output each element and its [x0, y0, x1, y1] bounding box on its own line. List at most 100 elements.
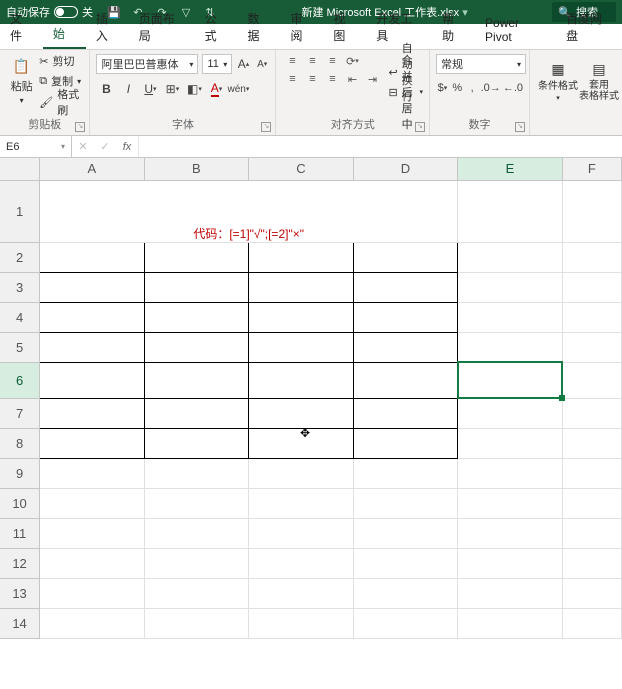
dialog-launcher-icon[interactable]: ↘	[515, 122, 525, 132]
percent-button[interactable]: %	[451, 78, 464, 98]
col-header-F[interactable]: F	[562, 158, 621, 180]
cell-E2[interactable]	[458, 242, 563, 272]
cell-B10[interactable]	[144, 488, 249, 518]
cell-C3[interactable]	[249, 272, 354, 302]
cell-E3[interactable]	[458, 272, 563, 302]
cell-B3[interactable]	[144, 272, 249, 302]
select-all-corner[interactable]	[0, 158, 40, 180]
decrease-decimal-button[interactable]: ←.0	[503, 78, 523, 98]
cell-F9[interactable]	[562, 458, 621, 488]
dialog-launcher-icon[interactable]: ↘	[261, 122, 271, 132]
cell-F7[interactable]	[562, 398, 621, 428]
font-size-combo[interactable]: 11▾	[202, 54, 232, 74]
cell-A13[interactable]	[40, 578, 145, 608]
cell-E4[interactable]	[458, 302, 563, 332]
formula-input[interactable]	[139, 136, 622, 157]
cell-F5[interactable]	[562, 332, 621, 362]
cell-F2[interactable]	[562, 242, 621, 272]
table-format-button[interactable]: ▤ 套用 表格样式	[582, 52, 616, 110]
phonetic-button[interactable]: wén▾	[228, 79, 248, 99]
increase-font-button[interactable]: A▴	[236, 56, 251, 72]
cell-A8[interactable]	[40, 428, 145, 458]
cell-D2[interactable]	[353, 242, 458, 272]
cell-C7[interactable]	[249, 398, 354, 428]
bold-button[interactable]: B	[96, 79, 116, 99]
row-header-13[interactable]: 13	[0, 578, 40, 608]
tab-帮助[interactable]: 帮助	[432, 5, 475, 49]
tab-文件[interactable]: 文件	[0, 5, 43, 49]
orientation-button[interactable]: ⟳▾	[342, 52, 362, 70]
cell-E12[interactable]	[458, 548, 563, 578]
cell-A11[interactable]	[40, 518, 145, 548]
align-middle-button[interactable]: ≡	[302, 52, 322, 70]
cell-E11[interactable]	[458, 518, 563, 548]
dialog-launcher-icon[interactable]: ↘	[415, 122, 425, 132]
cell-A3[interactable]	[40, 272, 145, 302]
cell-C14[interactable]	[249, 608, 354, 638]
cell-F12[interactable]	[562, 548, 621, 578]
fx-icon[interactable]: fx	[116, 141, 138, 153]
cell-D11[interactable]	[353, 518, 458, 548]
number-format-combo[interactable]: 常规▾	[436, 54, 526, 74]
row-header-6[interactable]: 6	[0, 362, 40, 398]
cell-B5[interactable]	[144, 332, 249, 362]
chevron-down-icon[interactable]: ▾	[517, 60, 521, 69]
cell-B6[interactable]	[144, 362, 249, 398]
cell-F13[interactable]	[562, 578, 621, 608]
border-button[interactable]: ⊞▾	[162, 79, 182, 99]
cell-A5[interactable]	[40, 332, 145, 362]
cell-B14[interactable]	[144, 608, 249, 638]
increase-indent-button[interactable]: ⇥	[362, 70, 382, 88]
cell-B13[interactable]	[144, 578, 249, 608]
chevron-down-icon[interactable]: ▾	[20, 96, 24, 105]
cell-C6[interactable]	[249, 362, 354, 398]
cell-F10[interactable]	[562, 488, 621, 518]
cell-B2[interactable]	[144, 242, 249, 272]
align-left-button[interactable]: ≡	[282, 70, 302, 88]
comma-button[interactable]: ,	[466, 78, 479, 98]
tab-百度网盘[interactable]: 百度网盘	[556, 5, 622, 49]
cell-A6[interactable]	[40, 362, 145, 398]
tab-Power Pivot[interactable]: Power Pivot	[475, 11, 556, 49]
underline-button[interactable]: U▾	[140, 79, 160, 99]
increase-decimal-button[interactable]: .0→	[481, 78, 501, 98]
merged-header-cell[interactable]: 自定义单元格格式代码：[=1]"√";[=2]"×"	[40, 180, 458, 242]
cell-A14[interactable]	[40, 608, 145, 638]
cell-B4[interactable]	[144, 302, 249, 332]
italic-button[interactable]: I	[118, 79, 138, 99]
tab-视图[interactable]: 视图	[323, 5, 366, 49]
cell-D12[interactable]	[353, 548, 458, 578]
cell-E1[interactable]	[458, 180, 563, 242]
cell-F3[interactable]	[562, 272, 621, 302]
cell-E6[interactable]	[458, 362, 563, 398]
cell-A7[interactable]	[40, 398, 145, 428]
row-header-3[interactable]: 3	[0, 272, 40, 302]
cell-C4[interactable]	[249, 302, 354, 332]
cell-C9[interactable]	[249, 458, 354, 488]
font-color-button[interactable]: A▾	[206, 79, 226, 99]
chevron-down-icon[interactable]: ▾	[189, 60, 193, 69]
cell-F8[interactable]	[562, 428, 621, 458]
paste-button[interactable]: 📋 粘贴 ▾	[6, 52, 37, 110]
align-right-button[interactable]: ≡	[322, 70, 342, 88]
cell-E10[interactable]	[458, 488, 563, 518]
cell-D4[interactable]	[353, 302, 458, 332]
cell-F14[interactable]	[562, 608, 621, 638]
name-box[interactable]: E6▾	[0, 136, 72, 157]
decrease-font-button[interactable]: A▾	[255, 56, 270, 72]
cell-D8[interactable]	[353, 428, 458, 458]
chevron-down-icon[interactable]: ▾	[556, 94, 560, 102]
currency-button[interactable]: $▾	[436, 78, 449, 98]
chevron-down-icon[interactable]: ▾	[223, 60, 227, 69]
align-bottom-button[interactable]: ≡	[322, 52, 342, 70]
cell-B8[interactable]	[144, 428, 249, 458]
tab-页面布局[interactable]: 页面布局	[129, 5, 195, 49]
cell-E13[interactable]	[458, 578, 563, 608]
cell-D6[interactable]	[353, 362, 458, 398]
cell-D14[interactable]	[353, 608, 458, 638]
row-header-10[interactable]: 10	[0, 488, 40, 518]
col-header-A[interactable]: A	[40, 158, 145, 180]
worksheet-grid[interactable]: ABCDEF1自定义单元格格式代码：[=1]"√";[=2]"×"2345678…	[0, 158, 622, 689]
cell-B12[interactable]	[144, 548, 249, 578]
font-name-combo[interactable]: 阿里巴巴普惠体▾	[96, 54, 198, 74]
